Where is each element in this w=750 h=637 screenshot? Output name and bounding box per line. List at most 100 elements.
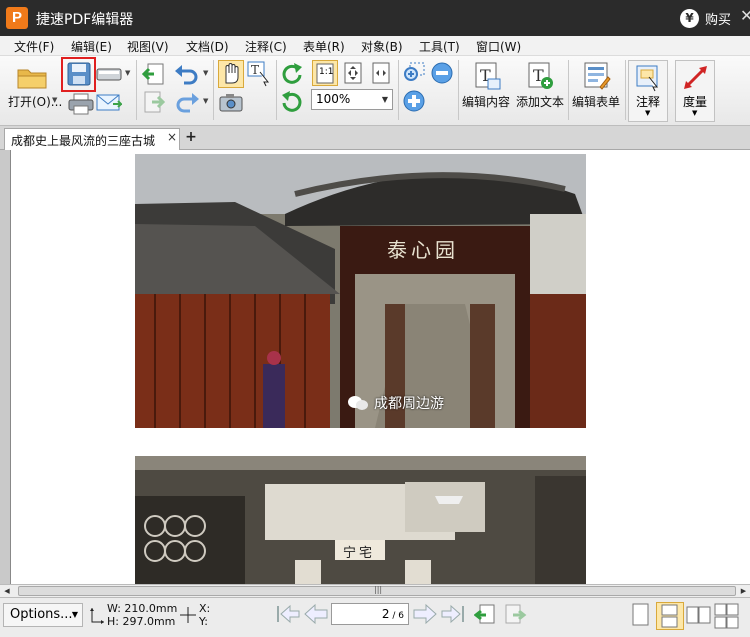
edit-content-icon: T (475, 62, 501, 90)
open-dropdown-icon[interactable]: ▼ (52, 96, 57, 104)
folder-icon (17, 69, 47, 89)
text-select-icon: T (247, 61, 270, 87)
annotate-button[interactable]: 注释 ▼ (628, 60, 668, 122)
tab-close-icon[interactable]: × (167, 130, 177, 144)
watermark-text: 成都周边游 (374, 396, 444, 412)
cursor-y-label: Y: (199, 615, 208, 628)
wechat-icon (348, 396, 368, 410)
shopfront-photo-image (135, 456, 586, 584)
toolbar-separator (136, 60, 137, 120)
camera-icon (219, 94, 243, 112)
zoom-in-icon (403, 90, 425, 112)
horizontal-scrollbar[interactable]: ◀ ||| ▶ (0, 584, 750, 598)
edit-form-button[interactable] (582, 61, 612, 91)
page-width-label: W: 210.0mm (107, 602, 178, 615)
fit-width-button[interactable] (369, 60, 393, 86)
facing-view-icon[interactable] (686, 602, 712, 628)
import-icon (141, 63, 164, 85)
zoom-dropdown-icon: ▼ (381, 95, 388, 104)
undo-button[interactable] (174, 63, 200, 85)
zoom-in-button[interactable] (402, 89, 426, 113)
menu-file[interactable]: 文件(F) (14, 38, 54, 55)
gate-photo-image (135, 154, 586, 428)
zoom-area-button[interactable] (402, 61, 426, 85)
measure-button[interactable]: 度量 ▼ (675, 60, 715, 122)
pdf-page[interactable]: 泰心园 成都周边游 宁宅 (10, 150, 750, 584)
scroll-right-arrow-icon[interactable]: ▶ (738, 586, 749, 597)
menu-form[interactable]: 表单(R) (303, 38, 345, 55)
app-logo-icon: P (6, 7, 28, 29)
next-page-icon[interactable] (412, 603, 438, 625)
first-page-icon[interactable] (275, 603, 301, 625)
title-bar: P 捷速PDF编辑器 ¥ 购买 ✕ (0, 0, 750, 36)
document-viewport[interactable]: 泰心园 成都周边游 宁宅 (0, 150, 750, 584)
scroll-left-arrow-icon[interactable]: ◀ (1, 586, 13, 597)
menu-window[interactable]: 窗口(W) (476, 38, 521, 55)
tab-strip: 成都史上最风流的三座古城 × + (0, 126, 750, 150)
menu-tools[interactable]: 工具(T) (419, 38, 460, 55)
open-button[interactable] (16, 64, 50, 90)
toolbar-separator (625, 60, 626, 120)
export-button[interactable] (142, 90, 166, 114)
add-text-button[interactable]: T (525, 61, 555, 91)
edit-content-button[interactable]: T (472, 61, 502, 91)
redo-button[interactable] (174, 91, 200, 113)
scan-button[interactable] (96, 63, 122, 85)
options-label: Options... (10, 607, 73, 622)
zoom-out-button[interactable] (430, 61, 454, 85)
snapshot-button[interactable] (218, 92, 244, 114)
continuous-facing-view-icon[interactable] (714, 602, 740, 630)
menu-edit[interactable]: 编辑(E) (71, 38, 112, 55)
tab-document-label: 成都史上最风流的三座古城 (11, 134, 156, 148)
rotate-counterclockwise-button[interactable] (280, 89, 304, 113)
zoom-area-icon (404, 62, 425, 81)
toolbar-separator (568, 60, 569, 120)
window-title: 捷速PDF编辑器 (36, 12, 134, 28)
edit-form-icon (584, 62, 611, 90)
last-page-icon[interactable] (440, 603, 466, 625)
envelope-icon (96, 94, 124, 111)
buy-button[interactable]: ¥ 购买 (680, 8, 731, 28)
page-number-input[interactable]: 2 / 6 (331, 603, 409, 625)
undo-icon (175, 65, 198, 85)
menu-object[interactable]: 对象(B) (361, 38, 403, 55)
email-button[interactable] (96, 92, 124, 114)
import-button[interactable] (141, 62, 166, 86)
next-view-icon[interactable] (503, 603, 527, 627)
actual-size-button[interactable]: 1:1 (312, 60, 338, 86)
toolbar-separator (276, 60, 277, 120)
rotate-clockwise-icon (282, 63, 302, 84)
print-button[interactable] (68, 93, 94, 115)
page-height-label: H: 297.0mm (107, 615, 176, 628)
undo-dropdown-icon[interactable]: ▼ (203, 69, 208, 77)
select-text-button[interactable]: T (246, 60, 272, 88)
single-page-view-icon[interactable] (630, 602, 652, 628)
svg-text:T: T (251, 63, 259, 77)
fit-page-button[interactable] (341, 60, 365, 86)
buy-label: 购买 (705, 12, 732, 28)
zoom-select[interactable]: 100% ▼ (311, 89, 393, 110)
hand-tool-button[interactable] (218, 60, 244, 88)
redo-dropdown-icon[interactable]: ▼ (203, 97, 208, 105)
window-close-button[interactable]: ✕ (740, 6, 750, 25)
tab-document[interactable]: 成都史上最风流的三座古城 × (4, 128, 180, 150)
menu-document[interactable]: 文档(D) (186, 38, 229, 55)
page-size-icon (90, 608, 104, 624)
rotate-clockwise-button[interactable] (280, 61, 304, 85)
edit-content-label[interactable]: 编辑内容 (462, 93, 510, 110)
menu-annotate[interactable]: 注释(C) (245, 38, 287, 55)
add-text-label[interactable]: 添加文本 (516, 93, 564, 110)
previous-page-icon[interactable] (303, 603, 329, 625)
page-photo-shopfront: 宁宅 (135, 456, 586, 584)
options-button[interactable]: Options... ▼ (3, 603, 83, 627)
menu-view[interactable]: 视图(V) (127, 38, 169, 55)
photo-watermark: 成都周边游 (347, 393, 444, 413)
printer-icon (68, 93, 94, 115)
new-tab-button[interactable]: + (184, 130, 198, 145)
edit-form-label[interactable]: 编辑表单 (572, 93, 620, 110)
previous-view-icon[interactable] (474, 603, 498, 627)
scrollbar-thumb[interactable]: ||| (18, 585, 736, 596)
continuous-view-button[interactable] (656, 602, 684, 630)
scan-dropdown-icon[interactable]: ▼ (125, 69, 130, 77)
yen-icon: ¥ (680, 8, 699, 28)
